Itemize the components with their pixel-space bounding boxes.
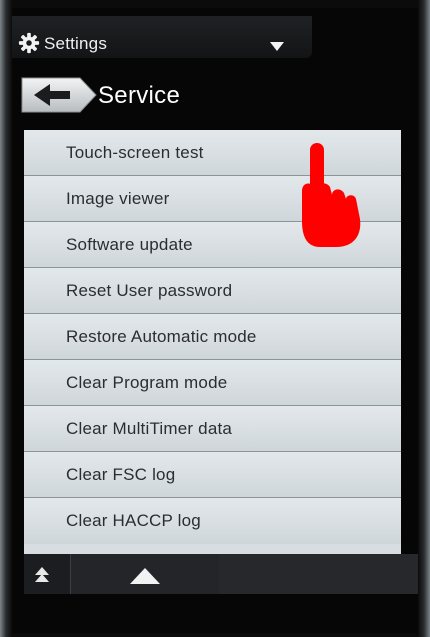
device-screen: Settings Service Touch-screen test Image… [12, 8, 418, 633]
menu-item-reset-user-password[interactable]: Reset User password [24, 268, 401, 314]
pointing-hand-icon [302, 143, 361, 247]
scroll-to-top-icon [35, 567, 49, 582]
menu-item-clear-fsc-log[interactable]: Clear FSC log [24, 452, 401, 498]
menu-item-clear-program-mode[interactable]: Clear Program mode [24, 360, 401, 406]
menu-item-clear-multitimer-data[interactable]: Clear MultiTimer data [24, 406, 401, 452]
caret-down-icon [270, 42, 284, 51]
scroll-up-button[interactable] [71, 554, 219, 594]
menu-item-label: Reset User password [66, 281, 233, 300]
page-title: Service [98, 82, 181, 109]
bottom-toolbar [24, 554, 418, 594]
menu-item-label: Clear HACCP log [66, 511, 201, 530]
gear-icon [18, 32, 40, 54]
menu-item-label: Touch-screen test [66, 143, 204, 162]
menu-item-clear-haccp-log[interactable]: Clear HACCP log [24, 498, 401, 544]
menu-item-label: Clear Program mode [66, 373, 228, 392]
menu-item-label: Restore Automatic mode [66, 327, 257, 346]
menu-item-label: Image viewer [66, 189, 170, 208]
scroll-up-icon [130, 568, 160, 584]
menu-item-label: Software update [66, 235, 193, 254]
back-arrow-icon[interactable] [18, 74, 100, 116]
menu-item-label: Clear MultiTimer data [66, 419, 233, 438]
scroll-to-top-button[interactable] [24, 554, 71, 594]
settings-dropdown[interactable]: Settings [12, 16, 312, 58]
menu-item-restore-automatic-mode[interactable]: Restore Automatic mode [24, 314, 401, 360]
settings-label: Settings [44, 34, 108, 53]
menu-item-label: Clear FSC log [66, 465, 176, 484]
